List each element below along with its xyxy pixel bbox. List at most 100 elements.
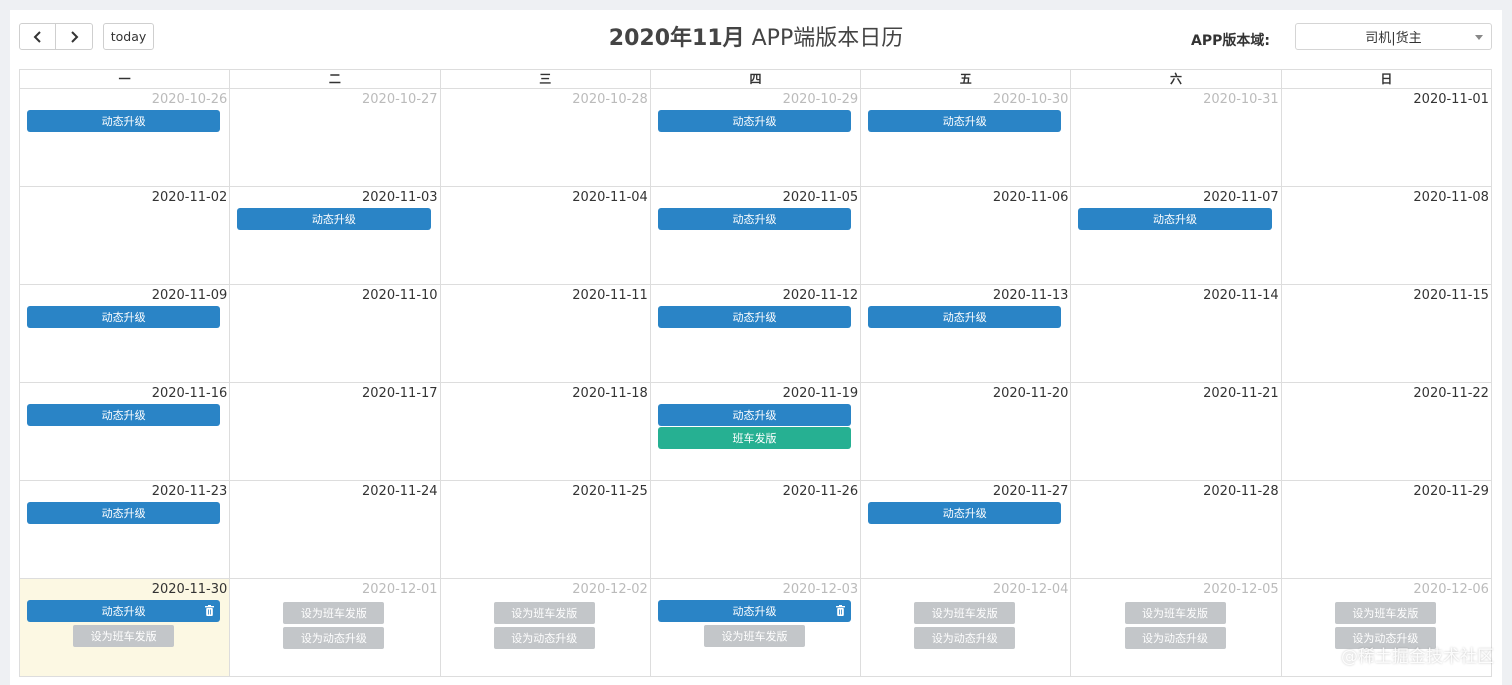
day-cell[interactable]: 2020-10-27 [230, 89, 441, 187]
set-release-type-button[interactable]: 设为动态升级 [1124, 627, 1226, 649]
domain-select-value: 司机|货主 [1365, 31, 1422, 46]
domain-select[interactable]: 司机|货主 [1295, 23, 1492, 50]
event-chip[interactable]: 动态升级 [237, 208, 431, 230]
day-cell[interactable]: 2020-11-02 [20, 187, 231, 285]
day-cell[interactable]: 2020-11-07 动态升级 [1071, 187, 1282, 285]
set-release-type-button[interactable]: 设为班车发版 [1124, 602, 1226, 624]
day-cell[interactable]: 2020-11-14 [1071, 285, 1282, 383]
calendar-toolbar: today 2020年11月 APP端版本日历 APP版本域: 司机|货主 [10, 10, 1502, 68]
event-chip[interactable]: 动态升级 [657, 600, 852, 622]
event-label: 动态升级 [942, 507, 987, 520]
day-number: 2020-12-04 [992, 582, 1069, 597]
day-number: 2020-11-20 [992, 386, 1069, 401]
day-cell[interactable]: 2020-11-17 [230, 383, 441, 481]
day-cell[interactable]: 2020-11-13 动态升级 [861, 285, 1072, 383]
day-number: 2020-11-24 [362, 484, 438, 499]
event-chip[interactable]: 动态升级 [27, 110, 221, 132]
day-events: 动态升级 [237, 208, 431, 230]
day-cell[interactable]: 2020-10-30 动态升级 [861, 89, 1072, 187]
event-label: 动态升级 [101, 507, 146, 520]
event-chip[interactable]: 动态升级 [1078, 208, 1272, 230]
day-cell[interactable]: 2020-12-03 动态升级 设为班车发版 [650, 579, 862, 677]
set-release-type-button[interactable]: 设为班车发版 [283, 602, 385, 624]
week-row: 2020-11-16 动态升级 2020-11-17 2020-11-18 2020-1… [20, 383, 1492, 481]
day-number: 2020-11-28 [1203, 484, 1279, 499]
day-cell[interactable]: 2020-11-23 动态升级 [20, 481, 231, 579]
day-cell[interactable]: 2020-10-29 动态升级 [650, 89, 862, 187]
day-cell[interactable]: 2020-12-05 设为班车发版 设为动态升级 [1071, 579, 1282, 677]
event-label: 动态升级 [1153, 213, 1198, 226]
day-cell[interactable]: 2020-11-09 动态升级 [20, 285, 231, 383]
day-cell[interactable]: 2020-10-31 [1071, 89, 1282, 187]
day-events: 动态升级 [27, 404, 221, 426]
day-cell[interactable]: 2020-12-01 设为班车发版 设为动态升级 [230, 579, 441, 677]
day-number: 2020-12-02 [572, 582, 648, 597]
set-release-type-button[interactable]: 设为班车发版 [703, 625, 805, 647]
event-chip[interactable]: 班车发版 [657, 427, 852, 449]
set-release-type-button[interactable]: 设为动态升级 [493, 627, 595, 649]
day-cell[interactable]: 2020-11-15 [1281, 285, 1492, 383]
trash-icon[interactable] [205, 605, 215, 616]
event-chip[interactable]: 动态升级 [657, 208, 852, 230]
day-cell[interactable]: 2020-11-18 [440, 383, 651, 481]
day-cell[interactable]: 2020-11-29 [1281, 481, 1492, 579]
event-label: 动态升级 [942, 311, 987, 324]
set-release-type-button[interactable]: 设为班车发版 [493, 602, 595, 624]
day-number: 2020-11-01 [1413, 92, 1489, 107]
set-release-type-button[interactable]: 设为动态升级 [283, 627, 385, 649]
event-label: 动态升级 [942, 115, 987, 128]
day-cell[interactable]: 2020-11-10 [230, 285, 441, 383]
day-cell[interactable]: 2020-10-26 动态升级 [20, 89, 231, 187]
week-row: 2020-11-30 动态升级 设为班车发版 2020-12-01 设为班车发版 设为动态… [20, 579, 1492, 677]
set-release-type-button[interactable]: 设为班车发版 [73, 625, 175, 647]
day-cell[interactable]: 2020-11-04 [440, 187, 651, 285]
week-row: 2020-10-26 动态升级 2020-10-27 2020-10-28 2020-1… [20, 89, 1492, 187]
set-release-type-button[interactable]: 设为动态升级 [914, 627, 1016, 649]
event-chip[interactable]: 动态升级 [868, 110, 1062, 132]
day-cell[interactable]: 2020-11-28 [1071, 481, 1282, 579]
day-cell[interactable]: 2020-11-25 [440, 481, 651, 579]
day-cell[interactable]: 2020-11-12 动态升级 [650, 285, 862, 383]
day-cell[interactable]: 2020-11-24 [230, 481, 441, 579]
event-chip[interactable]: 动态升级 [657, 404, 852, 426]
weekday-header-row: 一二三四五六日 [20, 70, 1492, 89]
weekday-header: 日 [1281, 70, 1492, 89]
day-cell[interactable]: 2020-11-22 [1281, 383, 1492, 481]
day-events: 动态升级设为班车发版 [27, 600, 221, 647]
day-events: 设为班车发版 设为动态升级 [448, 600, 641, 649]
day-cell[interactable]: 2020-11-08 [1281, 187, 1492, 285]
day-events: 动态升级 [868, 502, 1062, 524]
day-cell[interactable]: 2020-11-05 动态升级 [650, 187, 862, 285]
event-chip[interactable]: 动态升级 [27, 306, 221, 328]
event-chip[interactable]: 动态升级 [657, 110, 852, 132]
event-chip[interactable]: 动态升级 [868, 502, 1062, 524]
event-chip[interactable]: 动态升级 [657, 306, 852, 328]
day-cell[interactable]: 2020-11-06 [861, 187, 1072, 285]
day-cell[interactable]: 2020-11-16 动态升级 [20, 383, 231, 481]
event-label: 班车发版 [732, 432, 777, 445]
day-cell[interactable]: 2020-11-26 [650, 481, 862, 579]
day-cell[interactable]: 2020-12-04 设为班车发版 设为动态升级 [861, 579, 1072, 677]
day-cell[interactable]: 2020-10-28 [440, 89, 651, 187]
day-cell[interactable]: 2020-12-02 设为班车发版 设为动态升级 [440, 579, 651, 677]
day-number: 2020-11-05 [782, 190, 859, 205]
day-cell[interactable]: 2020-11-11 [440, 285, 651, 383]
day-cell[interactable]: 2020-11-03 动态升级 [230, 187, 441, 285]
week-row: 2020-11-02 2020-11-03 动态升级 2020-11-04 2020-1… [20, 187, 1492, 285]
day-cell[interactable]: 2020-11-27 动态升级 [861, 481, 1072, 579]
day-number: 2020-11-18 [572, 386, 648, 401]
set-release-type-button[interactable]: 设为班车发版 [914, 602, 1016, 624]
day-number: 2020-11-10 [362, 288, 438, 303]
day-cell[interactable]: 2020-11-30 动态升级 设为班车发版 [20, 579, 231, 677]
event-chip[interactable]: 动态升级 [27, 502, 221, 524]
day-cell[interactable]: 2020-11-21 [1071, 383, 1282, 481]
day-cell[interactable]: 2020-11-01 [1281, 89, 1492, 187]
event-chip[interactable]: 动态升级 [868, 306, 1062, 328]
event-chip[interactable]: 动态升级 [27, 404, 221, 426]
set-release-type-button[interactable]: 设为班车发版 [1334, 602, 1436, 624]
trash-icon[interactable] [836, 605, 846, 616]
weekday-header: 三 [440, 70, 651, 89]
day-cell[interactable]: 2020-11-20 [861, 383, 1072, 481]
day-cell[interactable]: 2020-11-19 动态升级 班车发版 [650, 383, 862, 481]
event-chip[interactable]: 动态升级 [27, 600, 221, 622]
